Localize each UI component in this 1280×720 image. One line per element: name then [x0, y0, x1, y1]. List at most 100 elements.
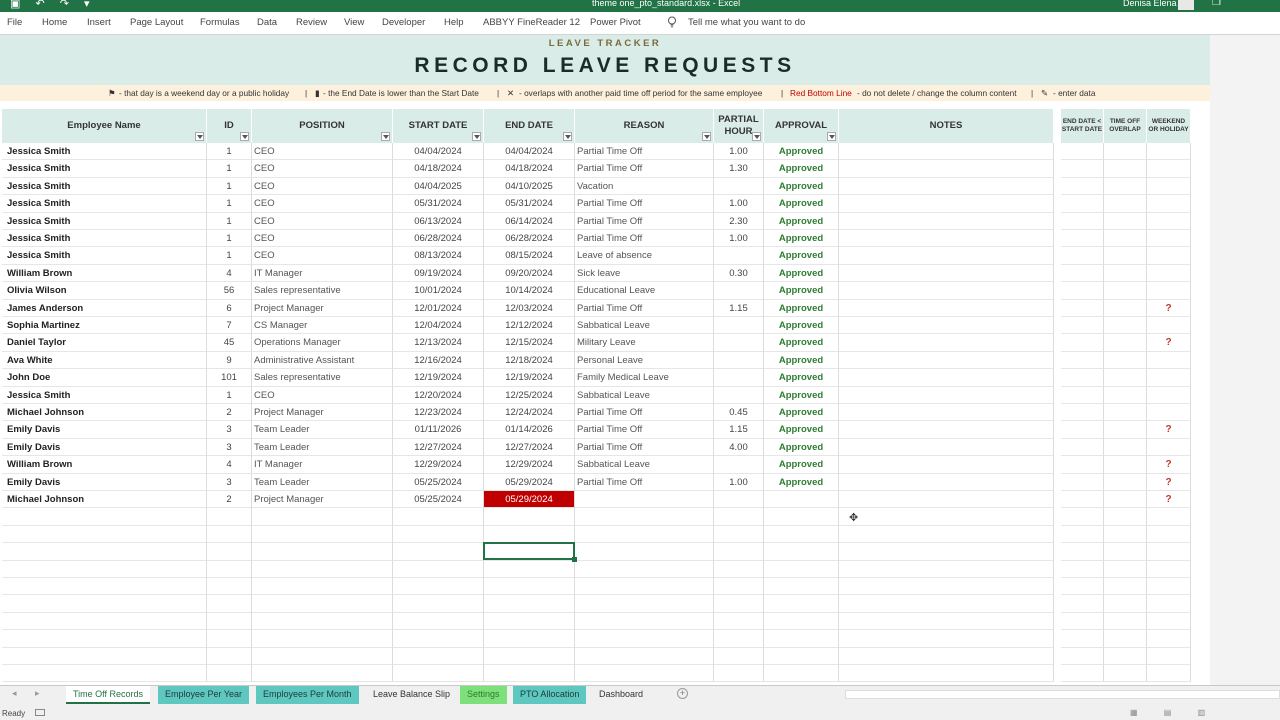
cell-reason[interactable]: [575, 647, 714, 665]
cell-position[interactable]: [252, 630, 393, 648]
cell-partial-hour[interactable]: 1.15: [714, 299, 764, 317]
col-header-id[interactable]: ID: [207, 109, 252, 143]
cell-approval[interactable]: Approved: [764, 369, 839, 387]
cell-notes[interactable]: [839, 230, 1054, 248]
avatar[interactable]: [1178, 0, 1194, 10]
cell-approval[interactable]: Approved: [764, 212, 839, 230]
cell-partial-hour[interactable]: 0.45: [714, 404, 764, 422]
cell-notes[interactable]: [839, 578, 1054, 596]
cell-reason[interactable]: Partial Time Off: [575, 421, 714, 439]
cell-overlap-check[interactable]: [1104, 612, 1147, 631]
cell-weekend-check[interactable]: [1147, 578, 1191, 596]
cell-approval[interactable]: Approved: [764, 334, 839, 352]
cell-approval[interactable]: [764, 665, 839, 683]
cell-overlap-check[interactable]: [1104, 282, 1147, 300]
cell-overlap-check[interactable]: [1104, 404, 1147, 422]
cell-end-date[interactable]: 12/19/2024: [484, 369, 575, 387]
col-header-reason[interactable]: REASON: [575, 109, 714, 143]
cell-approval[interactable]: Approved: [764, 247, 839, 265]
cell-reason[interactable]: [575, 560, 714, 578]
cell-id[interactable]: [207, 578, 252, 596]
cell-start-date[interactable]: [393, 612, 484, 631]
cell-reason[interactable]: Leave of absence: [575, 247, 714, 265]
cell-start-date[interactable]: 06/28/2024: [393, 230, 484, 248]
cell-start-date[interactable]: 04/04/2024: [393, 143, 484, 161]
cell-reason[interactable]: Partial Time Off: [575, 230, 714, 248]
cell-end-date[interactable]: 12/18/2024: [484, 351, 575, 370]
cell-overlap-check[interactable]: [1104, 334, 1147, 352]
cell-end-date[interactable]: 08/15/2024: [484, 247, 575, 265]
col-header-notes[interactable]: NOTES: [839, 109, 1054, 143]
cell-overlap-check[interactable]: [1104, 212, 1147, 230]
cell-start-date[interactable]: 06/13/2024: [393, 212, 484, 230]
table-row[interactable]: William Brown 4 IT Manager 12/29/2024 12/29/…: [0, 456, 1210, 474]
cell-id[interactable]: [207, 560, 252, 578]
cell-end-date[interactable]: 04/10/2025: [484, 177, 575, 196]
cell-enddate-check[interactable]: [1061, 647, 1104, 665]
cell-overlap-check[interactable]: [1104, 299, 1147, 317]
cell-start-date[interactable]: 04/18/2024: [393, 160, 484, 178]
cell-name[interactable]: Sophia Martinez: [2, 317, 207, 335]
cell-name[interactable]: Emily Davis: [2, 438, 207, 457]
cell-enddate-check[interactable]: [1061, 160, 1104, 178]
cell-position[interactable]: [252, 560, 393, 578]
cell-position[interactable]: Sales representative: [252, 282, 393, 300]
cell-approval[interactable]: Approved: [764, 143, 839, 161]
cell-approval[interactable]: Approved: [764, 299, 839, 317]
cell-approval[interactable]: Approved: [764, 438, 839, 457]
cell-weekend-check[interactable]: [1147, 543, 1191, 561]
cell-approval[interactable]: Approved: [764, 282, 839, 300]
table-row[interactable]: Emily Davis 3 Team Leader 12/27/2024 12/27/2…: [0, 438, 1210, 457]
cell-approval[interactable]: [764, 543, 839, 561]
filter-dropdown-icon[interactable]: [702, 132, 711, 141]
cell-enddate-check[interactable]: [1061, 560, 1104, 578]
cell-partial-hour[interactable]: [714, 491, 764, 509]
sheet-nav-arrows-icon[interactable]: ◂ ▸: [12, 688, 48, 699]
cell-start-date[interactable]: 10/01/2024: [393, 282, 484, 300]
cell-name[interactable]: [2, 595, 207, 613]
cell-start-date[interactable]: [393, 595, 484, 613]
cell-overlap-check[interactable]: [1104, 177, 1147, 196]
cell-partial-hour[interactable]: [714, 578, 764, 596]
cell-end-date[interactable]: [484, 647, 575, 665]
cell-name[interactable]: [2, 543, 207, 561]
table-row[interactable]: Ava White 9 Administrative Assistant 12/16/…: [0, 351, 1210, 370]
cell-id[interactable]: 3: [207, 438, 252, 457]
cell-position[interactable]: CEO: [252, 195, 393, 213]
cell-name[interactable]: [2, 560, 207, 578]
cell-position[interactable]: CEO: [252, 230, 393, 248]
cell-overlap-check[interactable]: [1104, 456, 1147, 474]
table-row[interactable]: Jessica Smith 1 CEO 12/20/2024 12/25/2024 Sab…: [0, 386, 1210, 404]
cell-position[interactable]: [252, 665, 393, 683]
cell-reason[interactable]: Sabbatical Leave: [575, 456, 714, 474]
cell-name[interactable]: Jessica Smith: [2, 195, 207, 213]
sheet-tab[interactable]: Employees Per Month: [256, 686, 359, 704]
filter-dropdown-icon[interactable]: [472, 132, 481, 141]
tab-insert[interactable]: Insert: [87, 17, 111, 28]
cell-notes[interactable]: [839, 456, 1054, 474]
cell-enddate-check[interactable]: [1061, 473, 1104, 491]
cell-overlap-check[interactable]: [1104, 578, 1147, 596]
cell-position[interactable]: [252, 647, 393, 665]
worksheet[interactable]: LEAVE TRACKER RECORD LEAVE REQUESTS ⚑ - …: [0, 35, 1210, 685]
cell-approval[interactable]: [764, 560, 839, 578]
cell-name[interactable]: John Doe: [2, 369, 207, 387]
cell-enddate-check[interactable]: [1061, 665, 1104, 683]
cell-id[interactable]: 7: [207, 317, 252, 335]
cell-partial-hour[interactable]: [714, 595, 764, 613]
cell-name[interactable]: Emily Davis: [2, 473, 207, 491]
cell-notes[interactable]: [839, 143, 1054, 161]
table-row[interactable]: [0, 612, 1210, 631]
cell-weekend-check[interactable]: [1147, 508, 1191, 526]
cell-approval[interactable]: Approved: [764, 195, 839, 213]
cell-partial-hour[interactable]: [714, 177, 764, 196]
table-row[interactable]: Emily Davis 3 Team Leader 05/25/2024 05/29/2…: [0, 473, 1210, 491]
col-header-start[interactable]: START DATE: [393, 109, 484, 143]
cell-end-date[interactable]: 12/12/2024: [484, 317, 575, 335]
cell-reason[interactable]: [575, 665, 714, 683]
cell-approval[interactable]: Approved: [764, 264, 839, 283]
table-row[interactable]: [0, 560, 1210, 578]
filter-dropdown-icon[interactable]: [381, 132, 390, 141]
restore-window-icon[interactable]: ❐: [1212, 0, 1221, 8]
cell-reason[interactable]: Sick leave: [575, 264, 714, 283]
